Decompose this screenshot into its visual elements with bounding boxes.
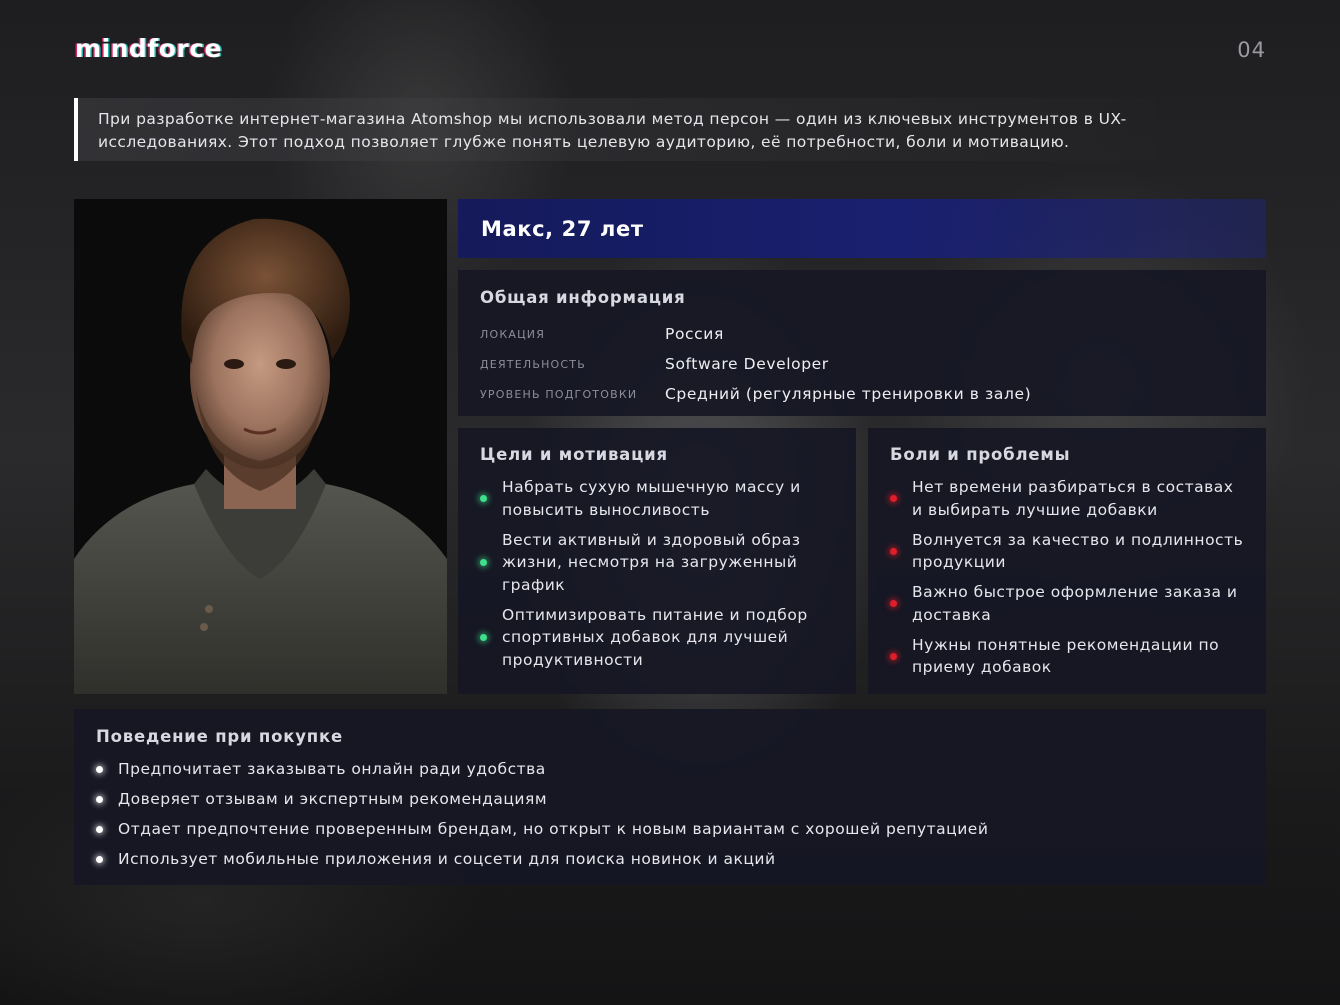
- goals-title: Цели и мотивация: [480, 445, 668, 464]
- goals-panel: Цели и мотивация Набрать сухую мышечную …: [458, 428, 856, 694]
- list-item: Предпочитает заказывать онлайн ради удоб…: [96, 758, 1244, 781]
- red-bullet-icon: [890, 652, 897, 660]
- white-bullet-icon: [96, 765, 103, 773]
- pains-panel: Боли и проблемы Нет времени разбираться …: [868, 428, 1266, 694]
- info-value: Средний (регулярные тренировки в зале): [665, 385, 1032, 403]
- intro-callout: При разработке интернет-магазина Atomsho…: [74, 98, 1154, 161]
- persona-name-banner: Макс, 27 лет: [458, 199, 1266, 258]
- list-item: Нужны понятные рекомендации по приему до…: [890, 634, 1244, 679]
- brand-logo: mindforce: [75, 34, 222, 63]
- info-value: Россия: [665, 325, 724, 343]
- page-number: 04: [1237, 38, 1266, 62]
- info-key: ЛОКАЦИЯ: [480, 327, 546, 341]
- general-info-title: Общая информация: [480, 288, 686, 307]
- list-item: Оптимизировать питание и подбор спортивн…: [480, 604, 834, 672]
- list-item: Нет времени разбираться в составах и выб…: [890, 476, 1244, 521]
- info-value: Software Developer: [665, 355, 829, 373]
- goals-list: Набрать сухую мышечную массу и повысить …: [480, 476, 834, 671]
- white-bullet-icon: [96, 855, 103, 863]
- general-info-panel: Общая информация ЛОКАЦИЯ Россия ДЕЯТЕЛЬН…: [458, 270, 1266, 416]
- list-item: Вести активный и здоровый образ жизни, н…: [480, 529, 834, 597]
- info-key: ДЕЯТЕЛЬНОСТЬ: [480, 357, 586, 371]
- info-row-fitness-level: УРОВЕНЬ ПОДГОТОВКИ Средний (регулярные т…: [480, 379, 1244, 409]
- persona-photo: [74, 199, 447, 694]
- purchase-behavior-title: Поведение при покупке: [96, 727, 343, 746]
- list-item: Доверяет отзывам и экспертным рекомендац…: [96, 788, 1244, 811]
- list-item: Набрать сухую мышечную массу и повысить …: [480, 476, 834, 521]
- red-bullet-icon: [890, 547, 897, 555]
- list-item: Важно быстрое оформление заказа и достав…: [890, 581, 1244, 626]
- info-key: УРОВЕНЬ ПОДГОТОВКИ: [480, 387, 638, 401]
- list-item: Волнуется за качество и подлинность прод…: [890, 529, 1244, 574]
- persona-name: Макс, 27 лет: [481, 216, 644, 241]
- list-item: Использует мобильные приложения и соцсет…: [96, 848, 1244, 871]
- white-bullet-icon: [96, 825, 103, 833]
- red-bullet-icon: [890, 495, 897, 502]
- green-bullet-icon: [480, 633, 487, 641]
- red-bullet-icon: [890, 600, 897, 607]
- info-row-occupation: ДЕЯТЕЛЬНОСТЬ Software Developer: [480, 349, 1244, 379]
- info-row-location: ЛОКАЦИЯ Россия: [480, 319, 1244, 349]
- purchase-behavior-list: Предпочитает заказывать онлайн ради удоб…: [96, 758, 1244, 871]
- pains-title: Боли и проблемы: [890, 445, 1071, 464]
- pains-list: Нет времени разбираться в составах и выб…: [890, 476, 1244, 679]
- intro-text: При разработке интернет-магазина Atomsho…: [98, 110, 1127, 151]
- list-item: Отдает предпочтение проверенным брендам,…: [96, 818, 1244, 841]
- green-bullet-icon: [480, 558, 487, 566]
- green-bullet-icon: [480, 495, 487, 502]
- purchase-behavior-panel: Поведение при покупке Предпочитает заказ…: [74, 709, 1266, 885]
- persona-portrait-image: [74, 199, 447, 694]
- white-bullet-icon: [96, 795, 103, 803]
